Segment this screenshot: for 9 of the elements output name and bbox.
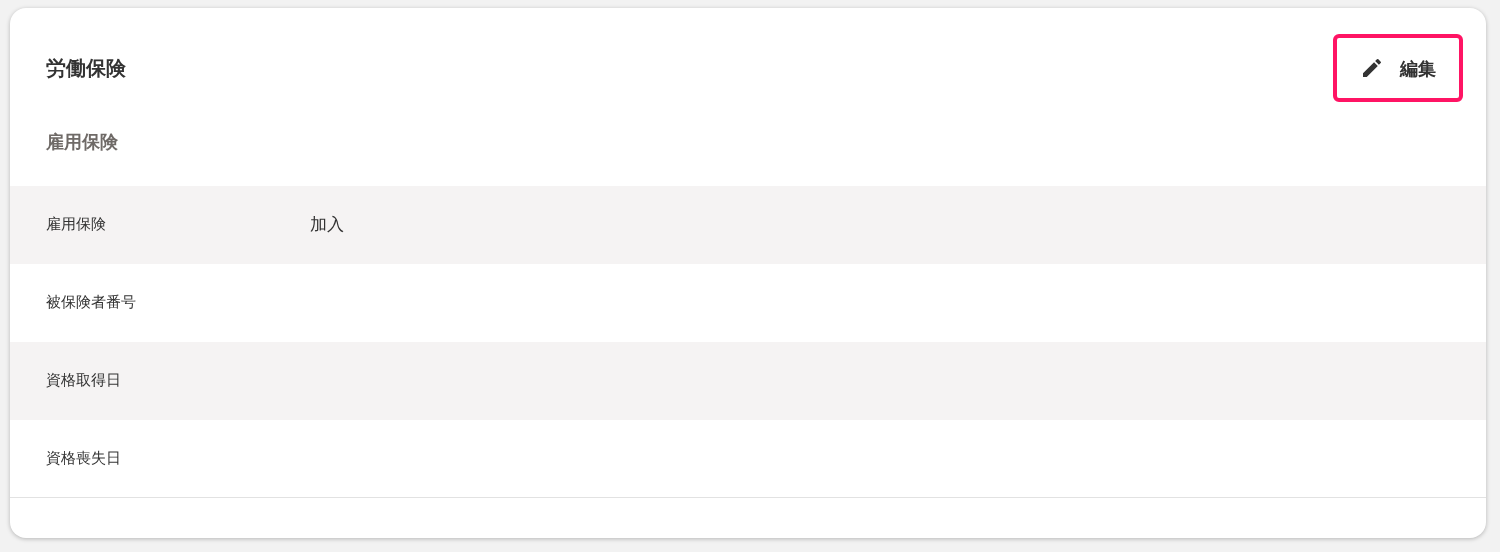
pencil-icon	[1360, 56, 1384, 80]
field-label: 資格取得日	[46, 370, 122, 392]
field-label: 被保険者番号	[46, 292, 137, 314]
field-label: 資格喪失日	[46, 448, 122, 470]
card-title: 労働保険	[46, 55, 126, 82]
field-value: 加入	[310, 212, 344, 236]
section-heading: 雇用保険	[46, 131, 118, 152]
edit-button[interactable]: 編集	[1333, 34, 1463, 102]
field-label: 雇用保険	[46, 214, 107, 236]
